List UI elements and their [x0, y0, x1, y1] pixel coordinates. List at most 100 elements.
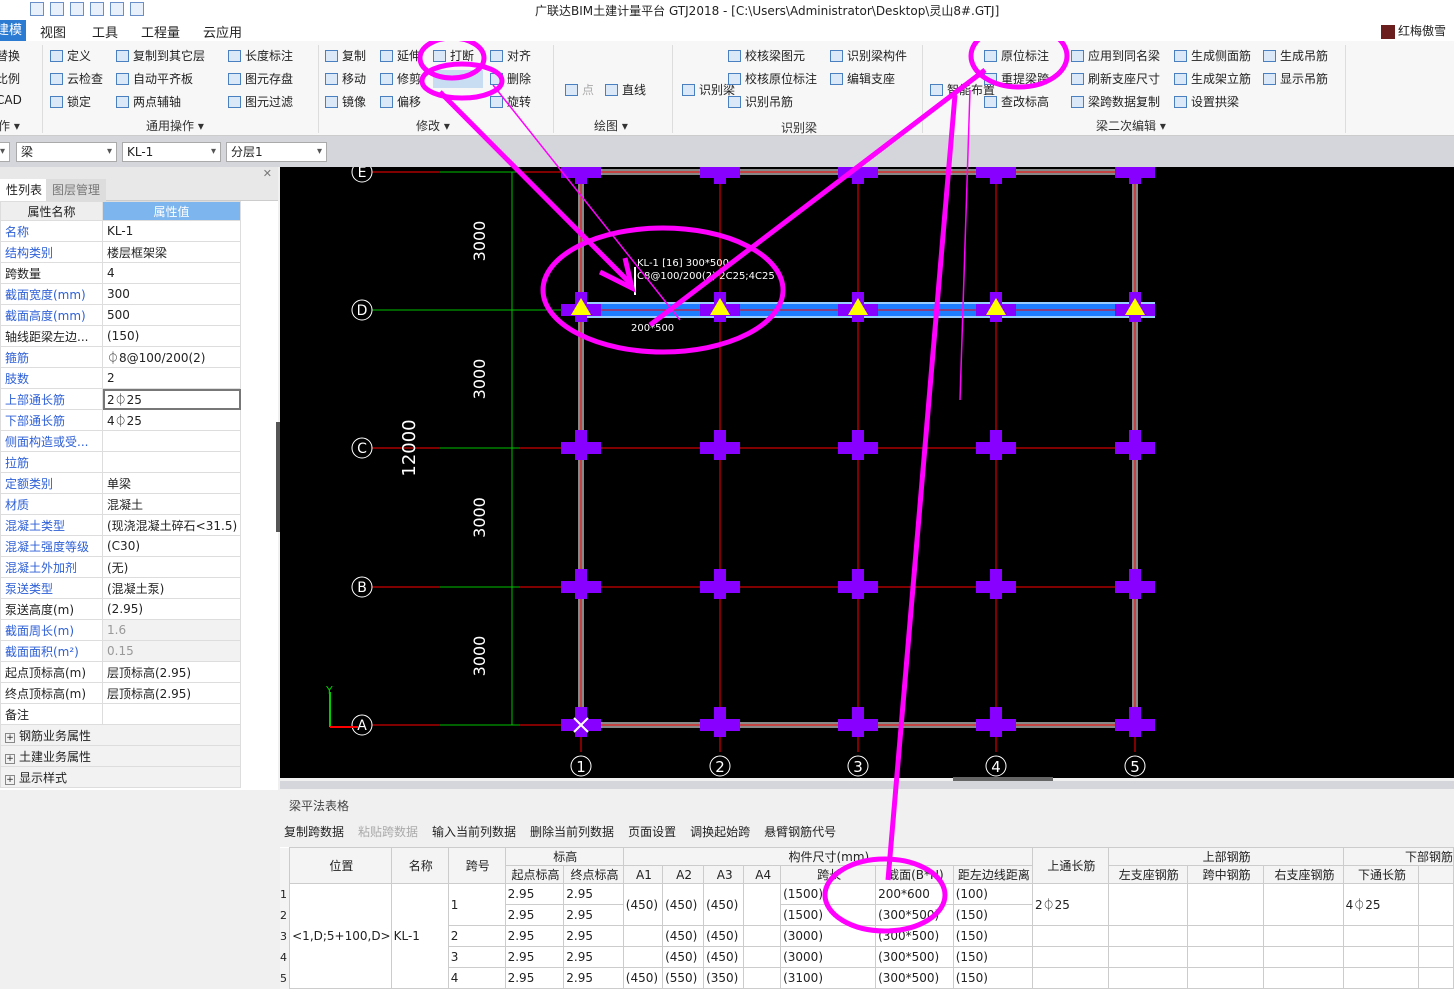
layer-select[interactable]: 分层1 [226, 142, 327, 162]
column[interactable] [1129, 430, 1141, 460]
identify-button[interactable]: 编辑支座 [830, 70, 895, 87]
table-cell[interactable]: (550) [662, 967, 705, 989]
table-cell[interactable]: 4 [447, 967, 506, 989]
table-cell[interactable]: (300*500) [875, 925, 954, 947]
table-cell[interactable]: (150) [952, 904, 1033, 926]
property-value[interactable]: 混凝土 [102, 493, 241, 515]
property-value[interactable]: (C30) [102, 535, 241, 557]
general-op-button[interactable]: 自动平齐板 [116, 70, 193, 87]
property-section[interactable]: + 钢筋业务属性 [0, 724, 241, 746]
table-tool-button[interactable]: 悬臂钢筋代号 [764, 825, 836, 839]
general-op-button[interactable]: 复制到其它层 [116, 47, 205, 64]
modify-button[interactable]: 复制 [325, 47, 366, 64]
table-cell[interactable]: (1500) [780, 883, 877, 905]
table-cell[interactable]: (450) [662, 946, 705, 968]
modify-button[interactable]: 旋转 [490, 93, 531, 110]
property-value[interactable]: (现浇混凝土碎石<31.5) [102, 514, 241, 536]
beam-edit-button[interactable]: 原位标注 [984, 47, 1049, 64]
table-tool-button[interactable]: 页面设置 [628, 825, 676, 839]
tab-tools[interactable]: 工具 [92, 22, 118, 41]
component-select[interactable]: KL-1 [122, 142, 221, 162]
general-op-button[interactable]: 云检查 [50, 70, 103, 87]
table-cell[interactable]: 1 [447, 883, 506, 926]
quick-access-icon[interactable] [110, 2, 124, 16]
tab-view[interactable]: 视图 [40, 22, 66, 41]
expand-icon[interactable]: + [5, 732, 15, 743]
general-op-button[interactable]: 图元过滤 [228, 93, 293, 110]
table-tool-button[interactable]: 输入当前列数据 [432, 825, 516, 839]
table-cell[interactable]: (3000) [780, 946, 877, 968]
quick-access-icon[interactable] [90, 2, 104, 16]
table-cell[interactable]: (300*500) [875, 967, 954, 989]
group-modify[interactable]: 修改 ▾ [416, 117, 450, 134]
table-cell[interactable] [743, 946, 782, 968]
column[interactable] [1129, 154, 1141, 184]
table-cell[interactable]: (450) [622, 883, 664, 926]
property-row[interactable]: 混凝土强度等级 (C30) [0, 535, 241, 557]
table-cell[interactable]: 2.95 [504, 883, 565, 905]
table-cell[interactable]: 2.95 [563, 925, 624, 947]
property-row[interactable]: 下部通长筋 4⏀25 [0, 409, 241, 431]
drawing-canvas[interactable]: KL-1 [16] 300*500 C8@100/200(2) 2C25;4C25… [280, 154, 1454, 778]
table-tool-button[interactable]: 删除当前列数据 [530, 825, 614, 839]
quick-access-icon[interactable] [70, 2, 84, 16]
property-value[interactable] [102, 451, 241, 473]
table-cell[interactable]: 4⏀25 [1342, 883, 1420, 926]
property-value[interactable]: 层顶标高(2.95) [102, 661, 241, 683]
table-row[interactable]: 4 3 2.95 2.95 (450) (450) (3000) (300*500) (150) [280, 946, 1454, 968]
table-row[interactable]: 1 <1,D;5+100,D> KL-1 1 2.95 2.95 (450) (450) (45… [280, 883, 1454, 989]
property-value[interactable]: 4⏀25 [102, 409, 241, 431]
line-button[interactable]: 直线 [605, 81, 646, 98]
property-value[interactable] [102, 430, 241, 452]
general-op-button[interactable]: 长度标注 [228, 47, 293, 64]
property-value[interactable]: (2.95) [102, 598, 241, 620]
beam-edit-button[interactable]: 设置拱梁 [1174, 93, 1239, 110]
beam-edit-button[interactable]: 生成架立筋 [1174, 70, 1251, 87]
property-value[interactable]: (无) [102, 556, 241, 578]
modify-button[interactable]: 镜像 [325, 93, 366, 110]
table-cell[interactable]: 2⏀25 [1031, 883, 1109, 926]
table-cell[interactable]: (450) [662, 883, 705, 926]
property-row[interactable]: 上部通长筋 2⏀25 [0, 388, 241, 410]
property-row[interactable]: 截面宽度(mm) 300 [0, 283, 241, 305]
expand-icon[interactable]: + [5, 774, 15, 785]
tab-cloud[interactable]: 云应用 [203, 22, 242, 41]
table-cell[interactable]: (450) [662, 925, 705, 947]
property-row[interactable]: 跨数量 4 [0, 262, 241, 284]
property-value[interactable]: 楼层框架梁 [102, 241, 241, 263]
beam-edit-button[interactable]: 查改标高 [984, 93, 1049, 110]
beam-edit-button[interactable]: 应用到同名梁 [1071, 47, 1160, 64]
column[interactable] [575, 154, 587, 184]
cad-drawing[interactable]: KL-1 [16] 300*500 C8@100/200(2) 2C25;4C25… [280, 154, 1454, 778]
property-row[interactable]: 备注 [0, 703, 241, 725]
identify-button[interactable]: 识别吊筋 [728, 93, 793, 110]
property-row[interactable]: 截面面积(m²) 0.15 [0, 640, 241, 662]
table-cell[interactable]: (450) [703, 883, 745, 926]
tab-property-list[interactable]: 性列表 [0, 179, 49, 201]
property-row[interactable]: 起点顶标高(m) 层顶标高(2.95) [0, 661, 241, 683]
table-cell[interactable]: (300*500) [875, 904, 954, 926]
property-value[interactable]: (混凝土泵) [102, 577, 241, 599]
column[interactable] [1129, 707, 1141, 737]
property-value[interactable]: 0.15 [102, 640, 241, 662]
property-row[interactable]: 截面周长(m) 1.6 [0, 619, 241, 641]
tab-modeling[interactable]: 建模 [0, 20, 27, 41]
table-cell[interactable] [743, 967, 782, 989]
user-account[interactable]: 红梅傲雪 [1380, 22, 1446, 39]
table-cell[interactable]: 2.95 [563, 946, 624, 968]
property-value[interactable]: (150) [102, 325, 241, 347]
property-row[interactable]: 截面高度(mm) 500 [0, 304, 241, 326]
table-cell[interactable]: 2.95 [504, 946, 565, 968]
type-select[interactable]: 梁 [16, 142, 117, 162]
table-cell[interactable]: (3100) [780, 967, 877, 989]
table-row[interactable]: 3 2 2.95 2.95 (450) (450) (3000) (300*500) (150) [280, 925, 1454, 947]
table-cell[interactable]: (3000) [780, 925, 877, 947]
table-tool-button[interactable]: 复制跨数据 [284, 825, 344, 839]
property-row[interactable]: 终点顶标高(m) 层顶标高(2.95) [0, 682, 241, 704]
property-row[interactable]: 结构类别 楼层框架梁 [0, 241, 241, 263]
table-cell[interactable]: (450) [703, 925, 745, 947]
general-op-button[interactable]: 定义 [50, 47, 91, 64]
general-op-button[interactable]: 锁定 [50, 93, 91, 110]
table-cell[interactable]: (1500) [780, 904, 877, 926]
property-row[interactable]: 箍筋 ⏀8@100/200(2) [0, 346, 241, 368]
